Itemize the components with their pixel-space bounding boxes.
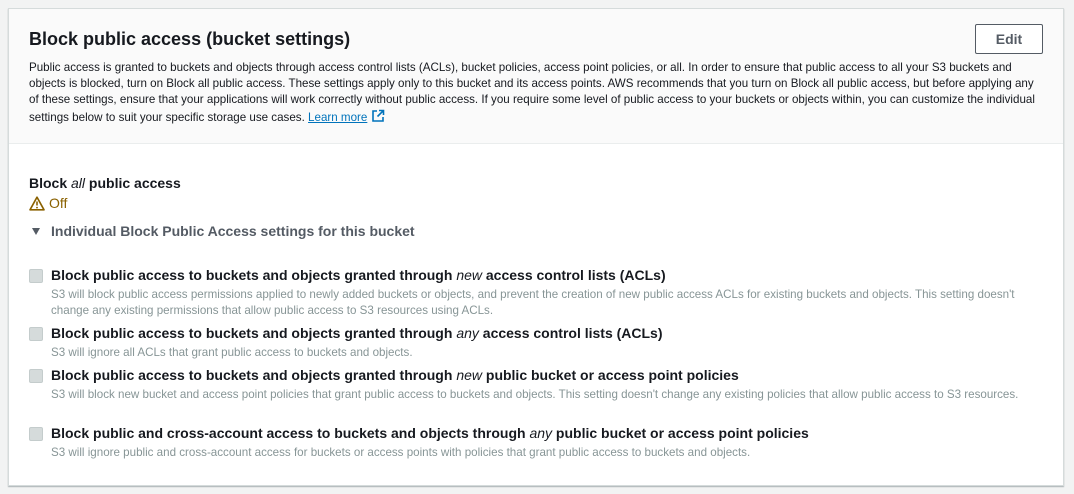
checkbox-any-acls[interactable] <box>29 327 43 341</box>
panel-body: Block all public access Off Individual B… <box>29 175 1043 459</box>
option-title: Block public access to buckets and objec… <box>51 325 663 341</box>
option-description: S3 will block public access permissions … <box>51 288 1015 318</box>
individual-settings-toggle[interactable]: Individual Block Public Access settings … <box>29 223 1043 239</box>
option-title: Block public and cross-account access to… <box>51 425 809 441</box>
option-description: S3 will block new bucket and access poin… <box>51 388 1019 401</box>
checkbox-any-policies[interactable] <box>29 427 43 441</box>
option-title: Block public access to buckets and objec… <box>51 267 666 283</box>
panel-title: Block public access (bucket settings) <box>29 29 351 49</box>
option-description: S3 will ignore all ACLs that grant publi… <box>51 346 413 359</box>
status-text: Off <box>49 195 68 211</box>
description-text: Public access is granted to buckets and … <box>29 61 1035 124</box>
block-all-label: Block all public access <box>29 175 181 191</box>
block-all-status: Off <box>29 195 1043 211</box>
caret-down-icon <box>32 227 40 235</box>
learn-more-link[interactable]: Learn more <box>308 111 367 124</box>
block-public-access-panel: Block public access (bucket settings) Ed… <box>8 8 1064 486</box>
option-description: S3 will ignore public and cross-account … <box>51 446 751 459</box>
external-link-icon[interactable] <box>371 109 385 128</box>
warning-icon <box>29 195 45 211</box>
checkbox-new-acls[interactable] <box>29 269 43 283</box>
edit-button[interactable]: Edit <box>975 24 1043 54</box>
individual-settings-label: Individual Block Public Access settings … <box>51 223 415 239</box>
checkbox-new-policies[interactable] <box>29 369 43 383</box>
panel-header: Block public access (bucket settings) Ed… <box>9 9 1063 144</box>
option-title: Block public access to buckets and objec… <box>51 367 739 383</box>
panel-description: Public access is granted to buckets and … <box>29 60 1043 128</box>
